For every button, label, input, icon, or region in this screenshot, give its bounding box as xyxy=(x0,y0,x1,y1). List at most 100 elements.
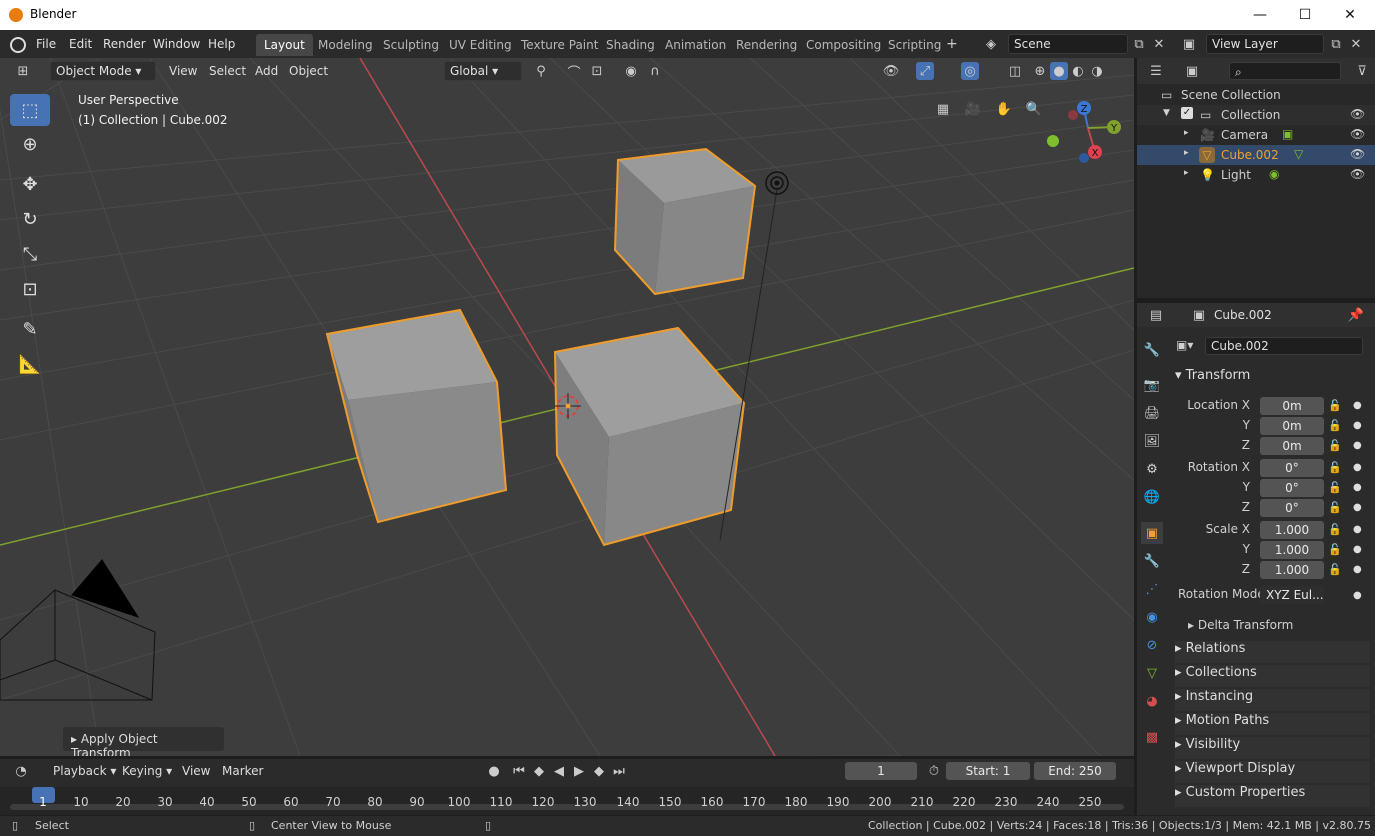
delta-transform-header[interactable]: ▸ Delta Transform xyxy=(1188,618,1293,632)
new-view-layer-icon[interactable]: ⧉ xyxy=(1327,35,1345,53)
view-layer-tab-icon[interactable]: 🖼 xyxy=(1141,430,1163,452)
scale-tool[interactable]: ⤡ xyxy=(10,238,50,270)
data-tab-icon[interactable]: ▽ xyxy=(1141,662,1163,684)
play-icon[interactable]: ▶ xyxy=(570,762,588,780)
timeline-view-menu[interactable]: View xyxy=(182,764,210,778)
keyframe-dot-icon[interactable]: ● xyxy=(1353,544,1362,555)
visibility-icon[interactable]: 👁 xyxy=(882,62,900,80)
transform-panel-header[interactable]: ▾ Transform xyxy=(1175,368,1250,390)
lock-icon[interactable]: 🔓 xyxy=(1328,419,1342,432)
transform-tool[interactable]: ⊡ xyxy=(10,273,50,305)
playback-menu[interactable]: Playback ▾ xyxy=(53,764,116,778)
delete-view-layer-icon[interactable]: ✕ xyxy=(1347,35,1365,53)
scene-collection-row[interactable]: ▭ Scene Collection xyxy=(1137,85,1375,105)
xray-icon[interactable]: ◫ xyxy=(1006,62,1024,80)
close-button[interactable]: ✕ xyxy=(1327,0,1373,30)
eye-icon[interactable]: 👁 xyxy=(1350,107,1365,121)
render-tab-icon[interactable]: 📷 xyxy=(1141,374,1163,396)
cube-left[interactable] xyxy=(325,308,508,524)
proportional-edit-icon[interactable]: ◉ xyxy=(622,62,640,80)
outliner-row-camera[interactable]: ▸ 🎥 Camera ▣ 👁 xyxy=(1137,125,1375,145)
viewport-display-panel-header[interactable]: ▸ Viewport Display xyxy=(1175,761,1370,783)
snap-target-icon[interactable]: ⊡ xyxy=(588,62,606,80)
move-tool[interactable]: ✥ xyxy=(10,168,50,200)
custom-properties-panel-header[interactable]: ▸ Custom Properties xyxy=(1175,785,1370,807)
material-shading-icon[interactable]: ◐ xyxy=(1069,62,1087,80)
lock-icon[interactable]: 🔓 xyxy=(1328,439,1342,452)
add-menu[interactable]: Add xyxy=(255,64,278,78)
scale-y-field[interactable]: 1.000 xyxy=(1260,541,1324,559)
physics-tab-icon[interactable]: ◉ xyxy=(1141,606,1163,628)
rotation-mode-dropdown[interactable]: XYZ Eul... xyxy=(1260,586,1324,604)
next-keyframe-icon[interactable]: ◆ xyxy=(590,762,608,780)
falloff-icon[interactable]: ∩ xyxy=(646,62,664,80)
particles-tab-icon[interactable]: ⋰ xyxy=(1141,578,1163,600)
scale-x-field[interactable]: 1.000 xyxy=(1260,521,1324,539)
current-frame-field[interactable]: 1 xyxy=(845,762,917,780)
play-reverse-icon[interactable]: ◀ xyxy=(550,762,568,780)
scene-icon[interactable]: ◈ xyxy=(982,35,1000,53)
gizmo-toggle-icon[interactable]: ⤢ xyxy=(916,62,934,80)
tab-scripting[interactable]: Scripting xyxy=(880,34,949,56)
delete-scene-icon[interactable]: ✕ xyxy=(1150,35,1168,53)
editor-type-icon[interactable]: ⊞ xyxy=(14,62,32,80)
add-workspace-icon[interactable]: + xyxy=(946,36,958,52)
object-menu[interactable]: Object xyxy=(289,64,328,78)
keyframe-dot-icon[interactable]: ● xyxy=(1353,420,1362,431)
minimize-button[interactable]: — xyxy=(1237,0,1283,30)
keyframe-dot-icon[interactable]: ● xyxy=(1353,400,1362,411)
cube-front[interactable] xyxy=(553,326,746,547)
world-tab-icon[interactable]: 🌐 xyxy=(1141,486,1163,508)
lock-icon[interactable]: 🔓 xyxy=(1328,523,1342,536)
record-icon[interactable]: ● xyxy=(485,762,503,780)
expand-arrow-icon[interactable]: ▸ xyxy=(1184,128,1189,138)
keying-menu[interactable]: Keying ▾ xyxy=(122,764,172,778)
rotate-tool[interactable]: ↻ xyxy=(10,203,50,235)
3d-viewport[interactable]: Z Y X ⊞ Object Mode ▾ View Select Add Ob… xyxy=(0,58,1134,756)
mode-dropdown[interactable]: Object Mode ▾ xyxy=(50,61,156,81)
lock-icon[interactable]: 🔓 xyxy=(1328,501,1342,514)
relations-panel-header[interactable]: ▸ Relations xyxy=(1175,641,1370,663)
motion-paths-panel-header[interactable]: ▸ Motion Paths xyxy=(1175,713,1370,735)
modifier-tab-icon[interactable]: 🔧 xyxy=(1141,550,1163,572)
new-scene-icon[interactable]: ⧉ xyxy=(1130,35,1148,53)
view-menu[interactable]: View xyxy=(169,64,197,78)
lock-icon[interactable]: 🔓 xyxy=(1328,543,1342,556)
marker-menu[interactable]: Marker xyxy=(222,764,263,778)
scene-tab-icon[interactable]: ⚙ xyxy=(1141,458,1163,480)
texture-tab-icon[interactable]: ▩ xyxy=(1141,726,1163,748)
rotation-y-field[interactable]: 0° xyxy=(1260,479,1324,497)
object-name-field[interactable]: Cube.002 xyxy=(1205,337,1363,355)
menu-window[interactable]: Window xyxy=(153,37,200,51)
tab-rendering[interactable]: Rendering xyxy=(728,34,805,56)
solid-shading-icon[interactable]: ● xyxy=(1050,62,1068,80)
view-layer-icon[interactable]: ▣ xyxy=(1180,35,1198,53)
pan-view-icon[interactable]: ✋ xyxy=(993,98,1015,120)
menu-render[interactable]: Render xyxy=(103,37,146,51)
location-y-field[interactable]: 0m xyxy=(1260,417,1324,435)
tab-uv-editing[interactable]: UV Editing xyxy=(441,34,520,56)
annotate-tool[interactable]: ✎ xyxy=(10,313,50,345)
cursor-tool[interactable]: ⊕ xyxy=(10,128,50,160)
outliner-search-input[interactable]: ⌕ xyxy=(1229,62,1341,80)
outliner-row-light[interactable]: ▸ 💡 Light ◉ 👁 xyxy=(1137,165,1375,185)
filter-icon[interactable]: ⊽ xyxy=(1353,62,1371,80)
camera-view-icon[interactable]: 🎥 xyxy=(962,98,984,120)
lock-icon[interactable]: 🔓 xyxy=(1328,481,1342,494)
mesh-data-icon[interactable]: ▽ xyxy=(1294,147,1303,161)
output-tab-icon[interactable]: 🖨 xyxy=(1141,402,1163,424)
overlay-toggle-icon[interactable]: ◎ xyxy=(961,62,979,80)
maximize-button[interactable]: ☐ xyxy=(1282,0,1328,30)
snap-icon[interactable]: ⌒ xyxy=(565,62,583,81)
clock-icon[interactable]: ⏱ xyxy=(925,762,943,780)
jump-end-icon[interactable]: ⏭ xyxy=(610,762,628,780)
tab-modeling[interactable]: Modeling xyxy=(310,34,381,56)
outliner-row-cube[interactable]: ▸ ▽ Cube.002 ▽ 👁 xyxy=(1137,145,1375,165)
outliner-row-collection[interactable]: ▼ ✓ ▭ Collection 👁 xyxy=(1137,105,1375,125)
prev-keyframe-icon[interactable]: ◆ xyxy=(530,762,548,780)
visibility-panel-header[interactable]: ▸ Visibility xyxy=(1175,737,1370,759)
end-frame-field[interactable]: End: 250 xyxy=(1034,762,1116,780)
toggle-perspective-icon[interactable]: ▦ xyxy=(932,98,954,120)
rotation-z-field[interactable]: 0° xyxy=(1260,499,1324,517)
object-tab-icon[interactable]: ▣ xyxy=(1141,522,1163,544)
